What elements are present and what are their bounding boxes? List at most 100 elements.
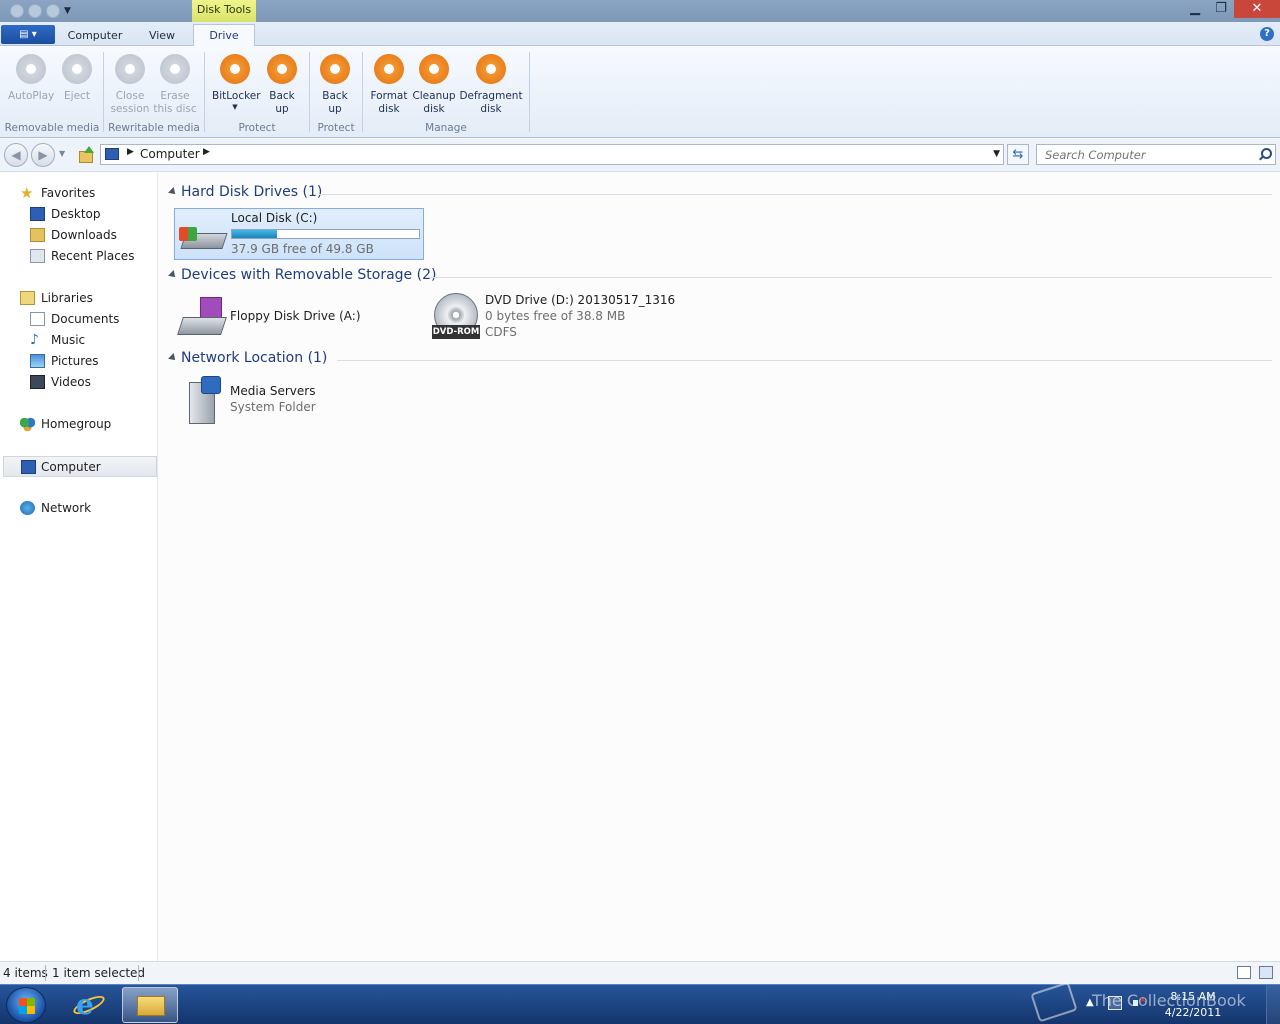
volume-muted-icon[interactable] <box>1132 996 1147 1010</box>
windows-logo-icon <box>179 227 197 241</box>
nav-recent-places[interactable]: Recent Places <box>30 246 150 266</box>
watermark-logo-icon <box>1030 981 1078 1023</box>
search-input[interactable] <box>1037 145 1247 164</box>
group-label-rewritable-media: Rewritable media <box>108 122 200 134</box>
collapse-triangle-icon[interactable] <box>168 187 178 197</box>
nav-favorites[interactable]: ★ Favorites <box>20 183 150 203</box>
action-center-icon[interactable] <box>1108 996 1122 1010</box>
status-separator <box>45 965 46 981</box>
autoplay-icon <box>16 54 46 84</box>
ribbon-tabs: ▤ ▾ Computer View Drive <box>0 22 1280 48</box>
documents-icon <box>30 312 45 326</box>
address-history-dropdown-icon[interactable]: ▼ <box>993 149 1000 159</box>
nav-homegroup[interactable]: Homegroup <box>20 414 150 434</box>
nav-network-label: Network <box>41 501 92 515</box>
nav-videos[interactable]: Videos <box>30 372 150 392</box>
nav-desktop-label: Desktop <box>51 207 101 221</box>
tab-view[interactable]: View <box>136 26 188 46</box>
nav-computer-label: Computer <box>41 460 101 474</box>
start-button[interactable] <box>6 987 46 1023</box>
nav-pictures[interactable]: Pictures <box>30 351 150 371</box>
rename-icon[interactable] <box>46 4 60 18</box>
file-menu-button[interactable]: ▤ ▾ <box>1 25 55 44</box>
refresh-button[interactable]: ⇆ <box>1007 144 1029 165</box>
title-bar: ▼ Disk Tools ▁ ❐ ✕ <box>0 0 1280 22</box>
bitlocker-button[interactable]: BitLocker ▼ <box>212 54 261 111</box>
cleanup-disk-button[interactable]: Cleanup disk <box>411 54 457 116</box>
network-media-servers[interactable]: Media Servers System Folder <box>174 374 414 430</box>
forward-button[interactable]: ▶ <box>31 143 55 167</box>
group-header-removable[interactable]: Devices with Removable Storage (2) <box>167 267 1272 285</box>
clock-time: 8:15 AM <box>1170 990 1216 1003</box>
close-session-button[interactable]: Close session <box>107 54 153 116</box>
star-icon: ★ <box>20 184 34 202</box>
nav-music[interactable]: ♪ Music <box>30 330 150 350</box>
group-label-protect: Protect <box>238 122 276 134</box>
backup-button[interactable]: Back up <box>259 54 305 116</box>
erase-disc-icon <box>160 54 190 84</box>
eject-button[interactable]: Eject <box>54 54 100 103</box>
search-box[interactable] <box>1036 144 1276 165</box>
recent-locations-chevron-icon[interactable]: ▼ <box>59 149 65 158</box>
properties-icon[interactable] <box>10 4 24 18</box>
large-icons-view-icon[interactable] <box>1259 966 1273 979</box>
system-clock[interactable]: 8:15 AM 4/22/2011 <box>1158 989 1228 1021</box>
nav-favorites-label: Favorites <box>41 186 96 200</box>
tab-computer[interactable]: Computer <box>60 26 130 46</box>
nav-network[interactable]: Network <box>20 498 150 518</box>
tab-drive[interactable]: Drive <box>193 24 255 48</box>
homegroup-icon <box>20 417 35 431</box>
breadcrumb-computer[interactable]: Computer <box>140 147 200 161</box>
backup-button-2[interactable]: Back up <box>312 54 358 116</box>
nav-libraries-label: Libraries <box>41 291 93 305</box>
address-bar[interactable]: ▶ Computer ▶ ▼ <box>100 144 1004 165</box>
back-button[interactable]: ◀ <box>4 143 28 167</box>
close-session-label-1: Close <box>115 90 145 102</box>
group-header-network[interactable]: Network Location (1) <box>167 350 1272 368</box>
cleanup-label-2: disk <box>423 103 445 115</box>
maximize-button[interactable]: ❐ <box>1208 0 1234 18</box>
group-header-hdd[interactable]: Hard Disk Drives (1) <box>167 184 1272 202</box>
defragment-disk-button[interactable]: Defragment disk <box>459 54 523 116</box>
clock-date: 4/22/2011 <box>1164 1006 1222 1019</box>
internet-explorer-icon: e <box>76 988 94 1021</box>
taskbar-internet-explorer[interactable]: e <box>62 987 118 1023</box>
collapse-triangle-icon[interactable] <box>168 270 178 280</box>
nav-documents[interactable]: Documents <box>30 309 150 329</box>
breadcrumb-chevron-icon[interactable]: ▶ <box>203 147 210 157</box>
autoplay-button[interactable]: AutoPlay <box>8 54 54 103</box>
disk-usage-bar <box>231 229 420 239</box>
backup-label-1: Back <box>269 90 295 102</box>
nav-computer[interactable]: Computer <box>3 456 157 477</box>
format-label-2: disk <box>378 103 400 115</box>
show-desktop-button[interactable] <box>1266 985 1280 1024</box>
erase-disc-button[interactable]: Erase this disc <box>152 54 198 116</box>
close-button[interactable]: ✕ <box>1234 0 1280 18</box>
taskbar-file-explorer[interactable] <box>122 987 178 1023</box>
group-divider <box>319 194 1272 195</box>
nav-desktop[interactable]: Desktop <box>30 204 150 224</box>
group-separator <box>204 52 205 132</box>
drive-floppy-a[interactable]: Floppy Disk Drive (A:) <box>174 291 414 343</box>
minimize-button[interactable]: ▁ <box>1182 0 1208 18</box>
details-view-icon[interactable] <box>1237 966 1251 979</box>
customize-dropdown-icon[interactable]: ▼ <box>64 4 74 18</box>
drive-local-disk-c[interactable]: Local Disk (C:) 37.9 GB free of 49.8 GB <box>174 208 424 260</box>
breadcrumb-chevron-icon[interactable]: ▶ <box>127 147 134 157</box>
dvd-rom-badge: DVD-ROM <box>432 325 480 339</box>
show-hidden-icons-chevron-icon[interactable]: ▲ <box>1086 997 1094 1008</box>
group-divider <box>429 277 1272 278</box>
new-folder-icon[interactable] <box>28 4 42 18</box>
drive-dvd-d[interactable]: DVD-ROM DVD Drive (D:) 20130517_1316 0 b… <box>429 291 679 347</box>
nav-downloads[interactable]: Downloads <box>30 225 150 245</box>
up-folder-icon[interactable] <box>76 146 94 164</box>
search-icon[interactable] <box>1258 148 1272 161</box>
help-icon[interactable]: ? <box>1260 27 1274 41</box>
format-disk-button[interactable]: Format disk <box>366 54 412 116</box>
nav-libraries[interactable]: Libraries <box>20 288 150 308</box>
backup-icon <box>267 54 297 84</box>
recent-places-icon <box>30 249 45 263</box>
computer-icon <box>21 460 36 474</box>
collapse-triangle-icon[interactable] <box>168 353 178 363</box>
item-name: Media Servers <box>230 384 316 398</box>
